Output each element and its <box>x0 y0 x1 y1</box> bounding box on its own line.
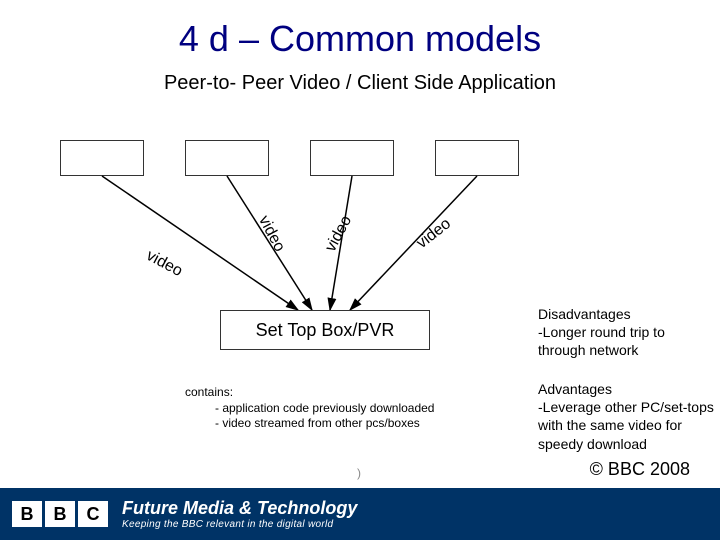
bbc-logo-c: C <box>78 501 108 527</box>
bbc-logo-b1: B <box>12 501 42 527</box>
footer-main: Future Media & Technology <box>122 498 357 519</box>
disadvantages-block: Disadvantages -Longer round trip to thro… <box>538 305 716 360</box>
advantages-block: Advantages -Leverage other PC/set-tops w… <box>538 380 716 453</box>
advantages-heading: Advantages <box>538 380 716 398</box>
bbc-logo-b2: B <box>45 501 75 527</box>
disadvantages-item: -Longer round trip to through network <box>538 323 716 359</box>
footer-sub: Keeping the BBC relevant in the digital … <box>122 519 357 530</box>
contains-block: contains: - application code previously … <box>185 385 535 432</box>
bbc-logo: B B C <box>12 501 108 527</box>
contains-item-1: - application code previously downloaded <box>185 401 535 417</box>
slide-title: 4 d – Common models <box>0 0 720 60</box>
copyright: © BBC 2008 <box>590 459 690 480</box>
advantages-item: -Leverage other PC/set-tops with the sam… <box>538 398 716 453</box>
slide-subtitle: Peer-to- Peer Video / Client Side Applic… <box>0 72 720 95</box>
disadvantages-heading: Disadvantages <box>538 305 716 323</box>
footer-bar: B B C Future Media & Technology Keeping … <box>0 488 720 540</box>
page-mark: ) <box>357 466 361 480</box>
set-top-box: Set Top Box/PVR <box>220 310 430 350</box>
contains-item-2: - video streamed from other pcs/boxes <box>185 416 535 432</box>
contains-heading: contains: <box>185 385 535 401</box>
footer-text: Future Media & Technology Keeping the BB… <box>122 498 357 530</box>
p2p-diagram: video video video video Set Top Box/PVR <box>30 130 530 380</box>
